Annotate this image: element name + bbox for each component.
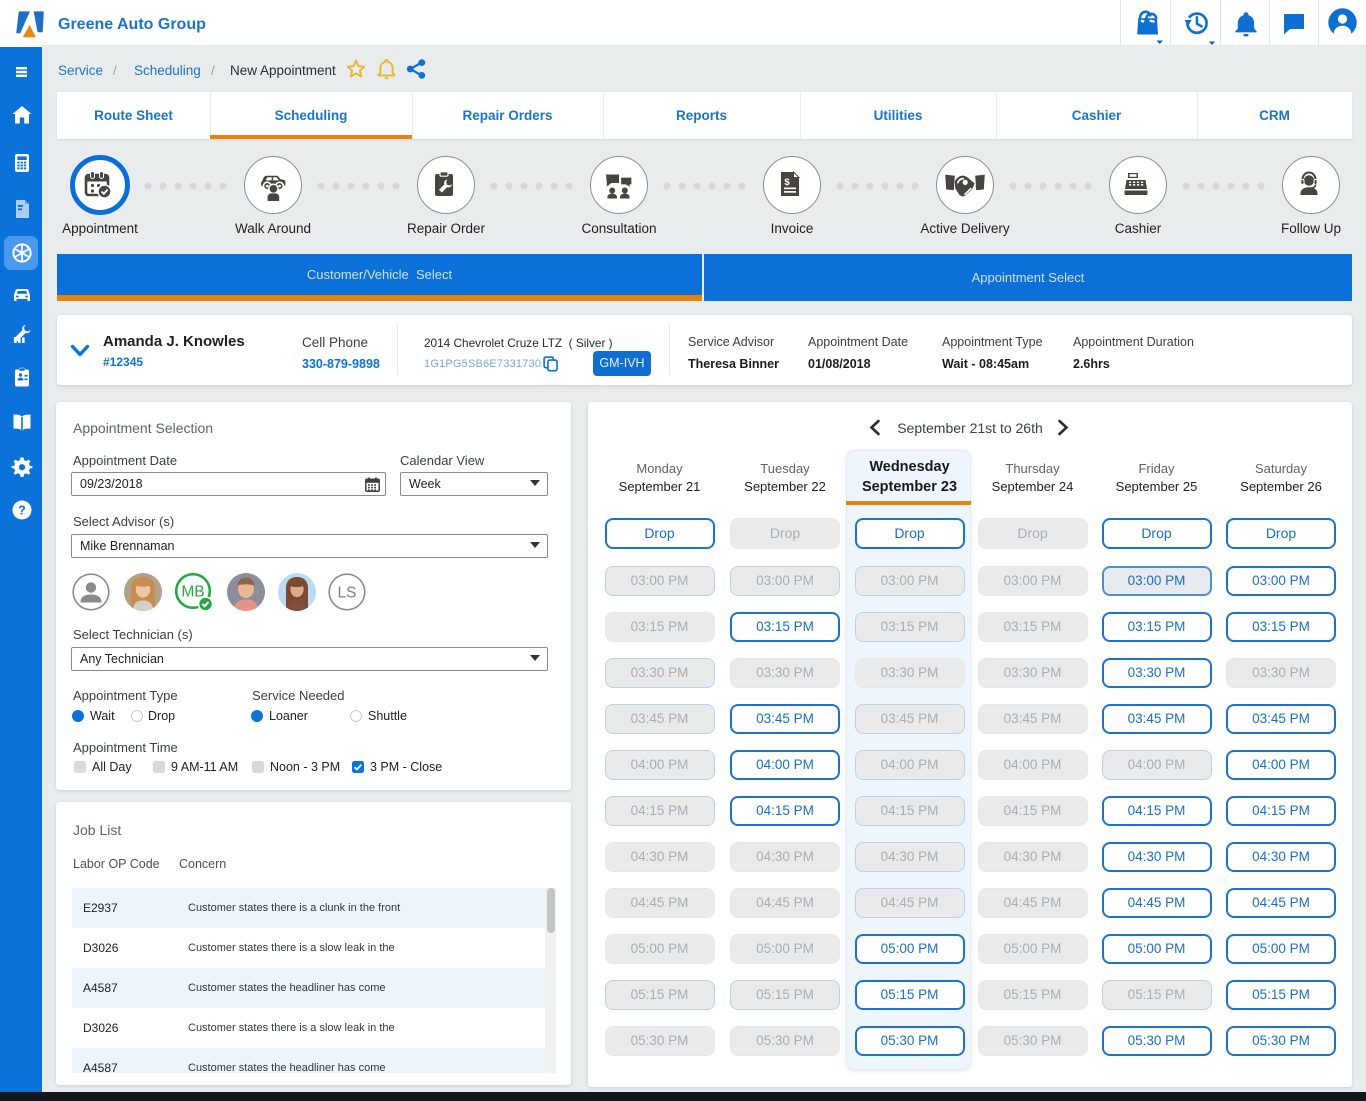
svg-text:$: $ — [784, 177, 790, 188]
svg-text:?: ? — [18, 503, 26, 517]
svg-text:LS: LS — [338, 585, 357, 602]
